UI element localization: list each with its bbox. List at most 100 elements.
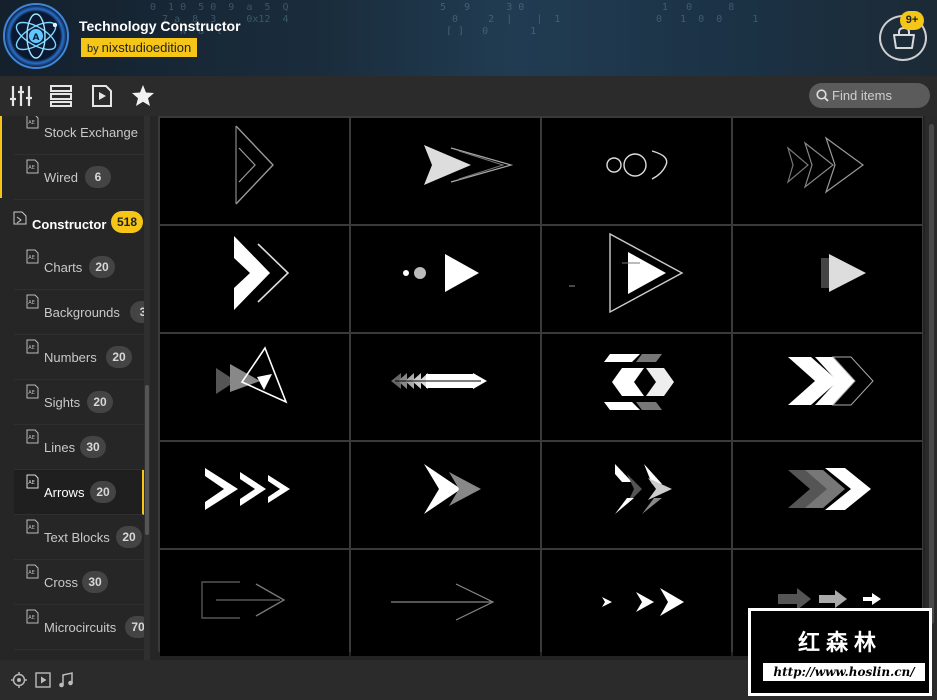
svg-text:AE: AE [28,165,35,171]
sidebar-item-charts[interactable]: AE Charts 20 [14,245,144,290]
search-input[interactable] [832,86,924,105]
atom-icon: A [15,13,58,59]
sidebar-item-stock-exchange[interactable]: AE Stock Exchange [14,116,144,155]
sidebar-item-backgrounds[interactable]: AE Backgrounds 3 [14,290,144,335]
svg-text:AE: AE [28,480,35,486]
bold-chevron-arrow-icon [234,236,290,310]
fragmented-chevron-icon [615,464,672,514]
count-badge: 20 [89,256,115,278]
thin-triangle-arrow-icon [235,125,274,205]
search-box[interactable] [809,83,930,108]
cart-count-badge: 9+ [900,11,924,30]
grid-scrollbar[interactable] [925,116,937,660]
sidebar-scroll-thumb[interactable] [145,385,149,535]
ae-file-icon: AE [26,116,39,129]
sidebar-accent-bar [0,116,2,198]
author-name: nixstudioedition [101,40,192,55]
sidebar-item-lines[interactable]: AE Lines 30 [14,425,144,470]
thumbnail-arrow-17[interactable] [160,550,349,656]
author-badge[interactable]: by nixstudioedition [81,38,198,57]
sidebar-group-constructor[interactable]: Constructor 518 [0,203,144,243]
thumbnail-arrow-15[interactable] [542,442,731,548]
star-icon[interactable] [131,84,155,108]
app-window: 0 1 0 5 0 9 a 5 Q 7 a 8 3 0x12 4 N a l 5… [0,0,937,700]
author-prefix: by [87,43,99,55]
sidebar-item-wired[interactable]: AE Wired 6 [14,155,144,200]
shopping-bag-icon [893,27,915,49]
thumbnail-arrow-19[interactable] [542,550,731,656]
sidebar-item-sights[interactable]: AE Sights 20 [14,380,144,425]
thumbnail-arrow-6[interactable] [351,226,540,332]
svg-text:AE: AE [28,345,35,351]
thumbnail-arrow-13[interactable] [160,442,349,548]
thumbnail-arrow-8[interactable] [733,226,922,332]
stacked-chevron-arrow-icon [788,356,874,406]
count-badge: 20 [106,346,132,368]
thumbnail-arrow-10[interactable] [351,334,540,440]
ae-file-icon: AE [26,429,39,444]
thumbnail-arrow-16[interactable] [733,442,922,548]
dot-play-arrow-icon [403,254,479,292]
svg-text:AE: AE [28,120,35,126]
count-badge: 20 [116,526,142,548]
count-badge: 3 [130,301,144,323]
sidebar-item-numbers[interactable]: AE Numbers 20 [14,335,144,380]
ae-file-icon: AE [26,519,39,534]
sidebar-item-text-blocks[interactable]: AE Text Blocks 20 [14,515,144,560]
sidebar-item-label: Numbers [44,350,97,365]
count-badge: 30 [82,571,108,593]
decorative-code-2: 5 9 3 0 0 2 | | 1 [ ] 0 1 [440,2,561,37]
sidebar-item-label: Wired [44,170,78,185]
search-icon [816,89,829,102]
sidebar-item-microcircuits[interactable]: AE Microcircuits 70 [14,605,144,650]
thumbnail-arrow-14[interactable] [351,442,540,548]
thumbnail-arrow-18[interactable] [351,550,540,656]
thumbnail-arrow-2[interactable] [351,118,540,224]
count-badge: 30 [80,436,106,458]
svg-text:AE: AE [28,390,35,396]
thumbnail-arrow-3[interactable] [542,118,731,224]
sliders-icon[interactable] [9,84,33,108]
music-note-icon[interactable] [58,672,74,692]
watermark-overlay: 红森林 http://www.hoslin.cn/ [748,608,932,696]
target-icon[interactable] [11,672,27,692]
group-count-badge: 518 [111,211,144,233]
grid-scroll-thumb[interactable] [929,124,934,624]
ae-file-icon: AE [26,339,39,354]
sidebar-item-label: Text Blocks [44,530,110,545]
sidebar-item-label: Lines [44,440,76,455]
thumbnail-arrow-7[interactable] [542,226,731,332]
circles-arrow-icon [606,150,668,180]
count-badge: 6 [85,166,111,188]
thin-line-arrow-icon [391,583,495,621]
watermark-url: http://www.hoslin.cn/ [763,663,925,681]
header-banner: 0 1 0 5 0 9 a 5 Q 7 a 8 3 0x12 4 N a l 5… [0,0,937,76]
preview-icon[interactable] [90,84,114,108]
app-title: Technology Constructor [79,18,241,34]
list-view-icon[interactable] [49,84,73,108]
thumbnail-arrow-4[interactable] [733,118,922,224]
folder-icon [13,211,27,225]
gray-white-chevron-icon [788,468,871,510]
thumbnail-arrow-1[interactable] [160,118,349,224]
ae-file-icon: AE [26,474,39,489]
thumbnail-arrow-11[interactable] [542,334,731,440]
ae-file-icon: AE [26,159,39,174]
thumbnail-arrow-5[interactable] [160,226,349,332]
category-sidebar: AE Stock Exchange AE Wired 6 Constructor… [0,116,160,660]
thumbnail-arrow-9[interactable] [160,334,349,440]
play-box-icon[interactable] [35,672,51,692]
ae-file-icon: AE [26,294,39,309]
sidebar-item-label: Microcircuits [44,620,117,635]
growing-chevrons-icon [602,588,684,616]
sidebar-item-cross[interactable]: AE Cross 30 [14,560,144,605]
sidebar-item-label: Arrows [44,485,85,500]
thumbnail-arrow-12[interactable] [733,334,922,440]
svg-text:AE: AE [28,615,35,621]
ae-file-icon: AE [26,609,39,624]
decorative-code-3: 1 0 8 0 1 0 0 1 [656,2,759,25]
bracket-arrow-icon [201,581,286,619]
sidebar-item-arrows[interactable]: AE Arrows 20 [14,470,144,515]
count-badge: 20 [90,481,116,503]
count-badge: 70 [125,616,144,638]
